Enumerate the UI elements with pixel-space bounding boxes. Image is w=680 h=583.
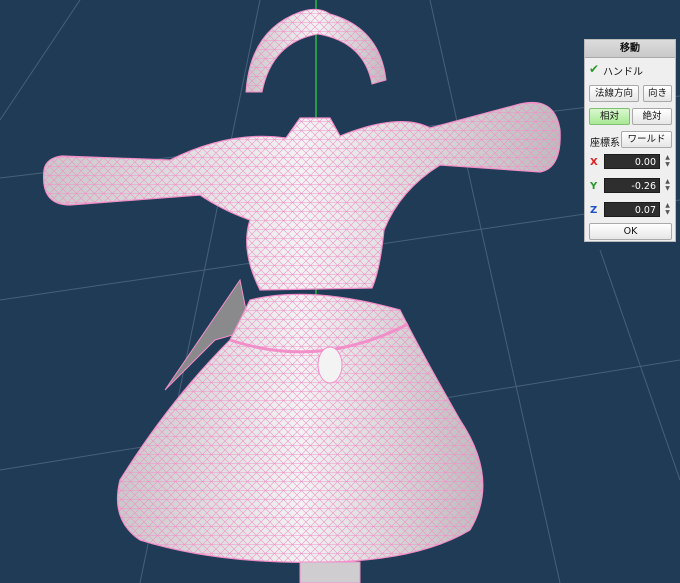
y-spinner[interactable]: ▲ ▼ (663, 178, 672, 192)
x-spinner[interactable]: ▲ ▼ (663, 154, 672, 168)
skirt-mesh (116, 293, 484, 563)
y-axis-label: Y (590, 181, 598, 192)
coord-system-label: 座標系 (590, 138, 620, 149)
x-axis-label: X (590, 157, 598, 168)
z-value-field[interactable]: 0.07 (604, 202, 660, 217)
x-value-field[interactable]: 0.00 (604, 154, 660, 169)
ok-button[interactable]: OK (589, 223, 672, 240)
handle-checkbox[interactable]: ✔ ハンドル (588, 62, 672, 78)
z-spinner[interactable]: ▲ ▼ (663, 202, 672, 216)
checkmark-icon: ✔ (589, 62, 600, 76)
normal-direction-button[interactable]: 法線方向 (589, 85, 639, 102)
move-panel: 移動 ✔ ハンドル 法線方向 向き 相対 絶対 座標系 ワールド X 0.00 … (584, 39, 676, 242)
relative-button[interactable]: 相対 (589, 108, 630, 125)
direction-button[interactable]: 向き (643, 85, 672, 102)
handle-label: ハンドル (603, 67, 643, 78)
dress-top-mesh (42, 102, 561, 291)
panel-title: 移動 (585, 40, 675, 58)
3d-viewport[interactable] (0, 0, 680, 583)
y-value-field[interactable]: -0.26 (604, 178, 660, 193)
world-button[interactable]: ワールド (621, 131, 672, 148)
absolute-button[interactable]: 絶対 (632, 108, 672, 125)
z-axis-label: Z (590, 205, 598, 216)
legs-mesh (299, 561, 361, 583)
